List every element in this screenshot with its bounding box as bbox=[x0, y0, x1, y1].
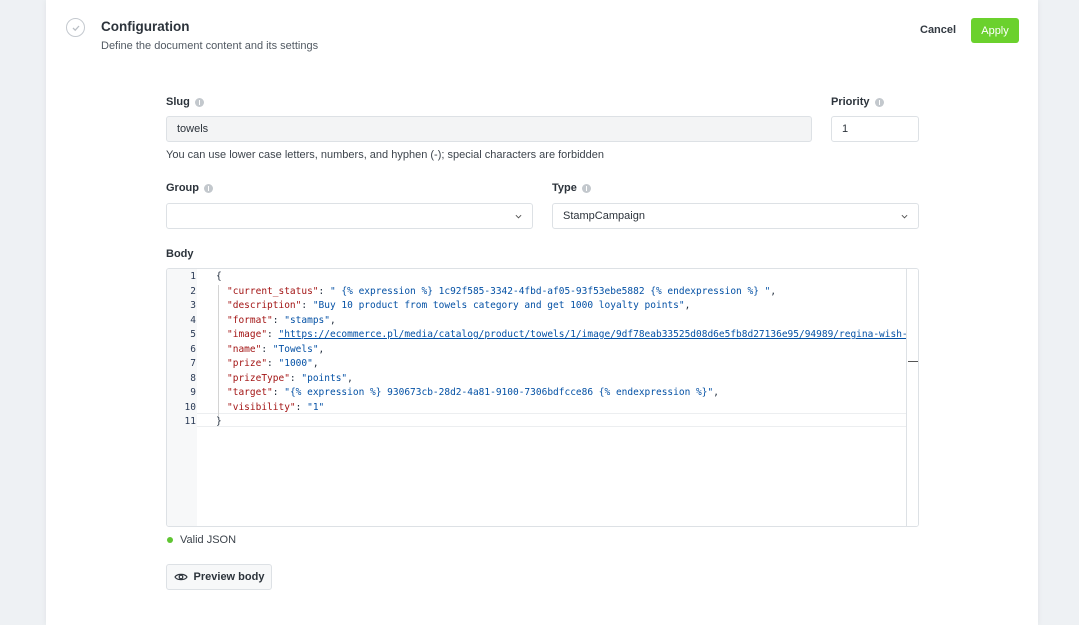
json-punctuation: , bbox=[312, 358, 319, 369]
code-line: "prize": "1000", bbox=[227, 358, 319, 369]
group-label-text: Group bbox=[166, 182, 199, 194]
scrollbar-marker bbox=[908, 361, 918, 362]
validation-status: Valid JSON bbox=[167, 534, 236, 546]
json-brace: } bbox=[216, 416, 222, 427]
slug-hint: You can use lower case letters, numbers,… bbox=[166, 149, 604, 161]
eye-icon bbox=[173, 573, 188, 581]
json-key: "prize" bbox=[227, 358, 268, 369]
code-line: } bbox=[216, 415, 222, 430]
info-icon[interactable] bbox=[204, 183, 213, 193]
info-icon[interactable] bbox=[874, 97, 884, 107]
chevron-down-icon bbox=[515, 214, 522, 219]
json-key: "description" bbox=[227, 300, 302, 311]
slug-input[interactable]: towels bbox=[166, 116, 812, 142]
indent-guide bbox=[218, 285, 219, 416]
line-number: 4 bbox=[190, 314, 196, 326]
json-value: "stamps" bbox=[284, 314, 330, 326]
slug-label-text: Slug bbox=[166, 96, 190, 108]
section-title: Configuration bbox=[101, 19, 190, 34]
info-icon[interactable] bbox=[581, 183, 591, 193]
json-punctuation: , bbox=[329, 314, 336, 326]
json-punctuation: , bbox=[770, 285, 777, 297]
json-value: " {% expression %} 1c92f585-3342-4fbd-af… bbox=[329, 285, 771, 297]
body-label-text: Body bbox=[166, 248, 194, 260]
line-number: 2 bbox=[190, 285, 196, 297]
json-punctuation: , bbox=[347, 372, 353, 384]
code-line: "format": "stamps", bbox=[227, 314, 336, 326]
section-subtitle: Define the document content and its sett… bbox=[101, 40, 319, 52]
code-line: "prizeType": "points", bbox=[227, 372, 353, 384]
body-label: Body bbox=[166, 248, 194, 260]
json-key: "target" bbox=[227, 387, 273, 398]
line-number-gutter: 1 2 3 4 5 6 7 8 9 10 11 bbox=[167, 269, 197, 526]
line-number: 7 bbox=[190, 358, 196, 369]
json-value: "points" bbox=[301, 372, 348, 384]
slug-value: towels bbox=[177, 123, 209, 135]
type-value: StampCampaign bbox=[563, 210, 645, 222]
line-number: 5 bbox=[190, 329, 196, 340]
slug-label: Slug bbox=[166, 96, 204, 108]
priority-value: 1 bbox=[842, 123, 849, 135]
json-value: "Buy 10 product from towels category and… bbox=[312, 300, 685, 311]
line-number: 8 bbox=[190, 372, 196, 384]
info-icon[interactable] bbox=[194, 97, 204, 107]
priority-label: Priority bbox=[831, 96, 884, 108]
preview-body-button[interactable]: Preview body bbox=[166, 564, 272, 590]
valid-status-dot bbox=[167, 537, 173, 543]
code-line: "current_status": " {% expression %} 1c9… bbox=[227, 285, 777, 297]
json-value: "1000" bbox=[278, 358, 313, 369]
json-key: "format" bbox=[227, 314, 273, 326]
code-line: "visibility": "1" bbox=[227, 401, 325, 413]
vertical-scrollbar[interactable] bbox=[906, 269, 918, 526]
json-brace: { bbox=[216, 271, 222, 282]
json-key: "current_status" bbox=[227, 285, 319, 297]
json-punctuation: , bbox=[318, 343, 325, 355]
line-number: 3 bbox=[190, 300, 196, 311]
type-select[interactable]: StampCampaign bbox=[552, 203, 919, 229]
code-line: "target": "{% expression %} 930673cb-28d… bbox=[227, 387, 719, 398]
json-punctuation: , bbox=[713, 387, 719, 398]
line-number: 10 bbox=[184, 401, 196, 413]
json-value: "Towels" bbox=[272, 343, 319, 355]
json-editor[interactable]: 1 2 3 4 5 6 7 8 9 10 11 { "current_status": " {% ex… bbox=[166, 268, 919, 527]
type-label-text: Type bbox=[552, 182, 577, 194]
code-line: "name": "Towels", bbox=[227, 343, 325, 355]
code-line: { bbox=[216, 270, 222, 285]
type-label: Type bbox=[552, 182, 591, 194]
json-key: "name" bbox=[227, 343, 262, 355]
line-number: 6 bbox=[190, 343, 196, 355]
json-link-value[interactable]: "https://ecommerce.pl/media/catalog/prod… bbox=[279, 329, 914, 340]
json-value: "1" bbox=[307, 401, 325, 413]
json-key: "visibility" bbox=[227, 401, 296, 413]
group-label: Group bbox=[166, 182, 213, 194]
validation-text: Valid JSON bbox=[180, 534, 237, 546]
check-circle-icon bbox=[66, 18, 85, 37]
group-select[interactable] bbox=[166, 203, 533, 229]
priority-label-text: Priority bbox=[831, 96, 870, 108]
line-number: 9 bbox=[190, 387, 196, 398]
apply-button[interactable]: Apply bbox=[971, 18, 1019, 43]
json-punctuation: , bbox=[684, 300, 691, 311]
json-value: "{% expression %} 930673cb-28d2-4a81-910… bbox=[284, 387, 714, 398]
cancel-button[interactable]: Cancel bbox=[912, 18, 964, 42]
line-number: 11 bbox=[184, 416, 196, 427]
json-key: "prizeType" bbox=[227, 372, 290, 384]
chevron-down-icon bbox=[901, 214, 908, 219]
priority-input[interactable]: 1 bbox=[831, 116, 919, 142]
line-number: 1 bbox=[190, 271, 196, 282]
code-line: "image": "https://ecommerce.pl/media/cat… bbox=[227, 329, 914, 340]
code-line: "description": "Buy 10 product from towe… bbox=[227, 300, 691, 311]
preview-body-label: Preview body bbox=[193, 571, 265, 583]
json-key: "image" bbox=[227, 329, 268, 340]
active-line-highlight bbox=[197, 413, 909, 427]
